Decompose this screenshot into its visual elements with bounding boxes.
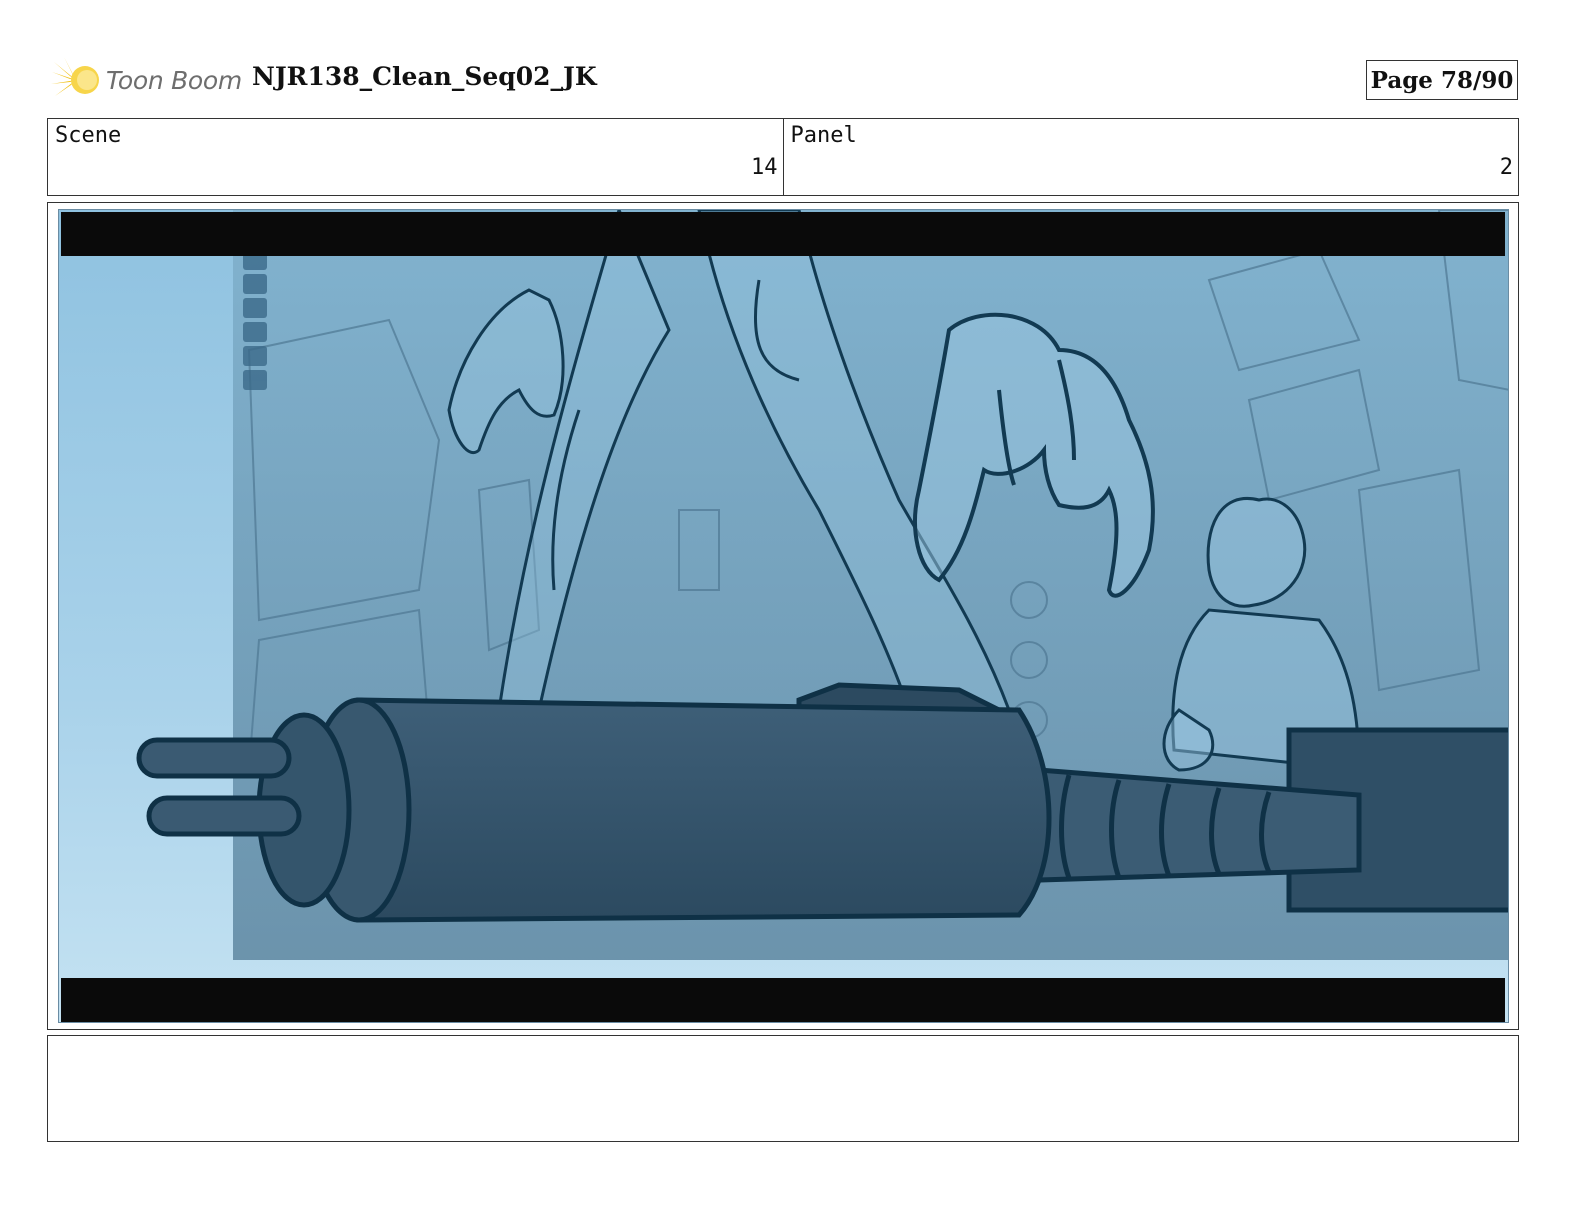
toon-boom-logo: Toon Boom [50,54,242,106]
scene-panel-info: Scene 14 Panel 2 [47,118,1519,196]
logo-text: Toon Boom [106,65,242,95]
project-title: NJR138_Clean_Seq02_JK [252,62,597,91]
scene-label: Scene [55,123,122,148]
panel-notes-box [47,1035,1519,1142]
panel-label: Panel [790,123,857,148]
sunburst-logo-icon [51,57,99,104]
page-number: Page 78/90 [1366,60,1518,100]
scene-cell: Scene 14 [48,119,783,195]
panel-value: 2 [1499,155,1513,180]
letterbox-top [61,212,1505,256]
storyboard-panel-frame [47,202,1519,1030]
storyboard-panel-image [58,209,1509,1023]
scene-value: 14 [751,155,778,180]
letterbox-bottom [61,978,1505,1022]
panel-cell: Panel 2 [782,119,1519,195]
storyboard-drawing [61,210,1508,1022]
